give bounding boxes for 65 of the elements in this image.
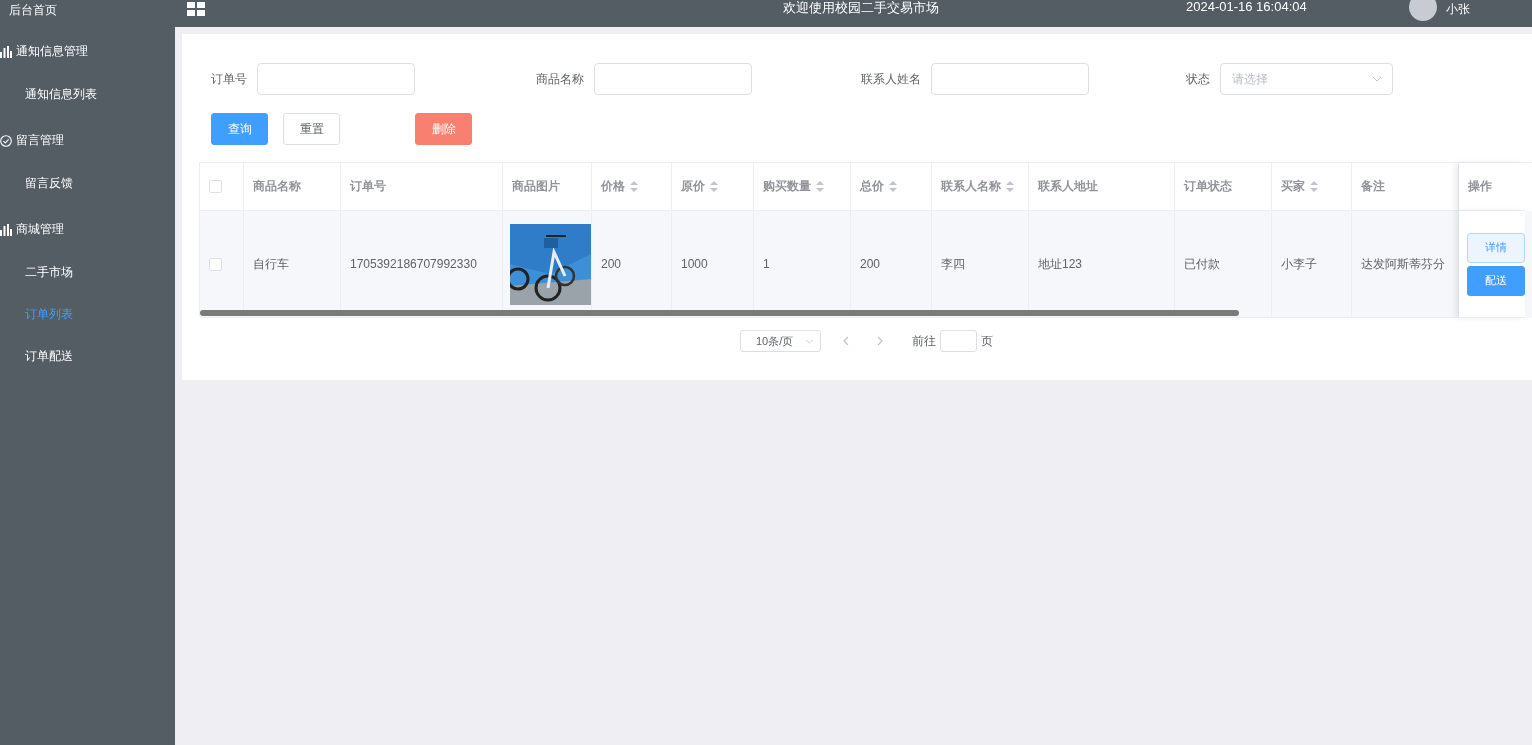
column-header: 操作 <box>1468 178 1492 195</box>
table-cell: 1 <box>763 257 770 271</box>
menu-item[interactable]: 通知信息列表 <box>0 73 175 115</box>
column-header: 原价 <box>681 178 705 195</box>
checkbox[interactable] <box>209 180 222 193</box>
sort-icon[interactable] <box>889 181 897 192</box>
column-header: 联系人名称 <box>941 178 1001 195</box>
table-cell: 李四 <box>941 255 965 273</box>
goto-label: 前往 <box>912 332 936 350</box>
column-header: 买家 <box>1281 178 1305 195</box>
user-name[interactable]: 小张 <box>1446 1 1470 18</box>
column-header: 订单号 <box>350 178 386 195</box>
grid-icon[interactable] <box>187 1 205 16</box>
field-label: 联系人姓名 <box>861 70 921 88</box>
menu-group[interactable]: 留言管理 <box>16 132 64 149</box>
column-header: 商品名称 <box>253 178 301 195</box>
column-header: 订单状态 <box>1184 178 1232 195</box>
page-unit-label: 页 <box>981 332 993 350</box>
checkbox[interactable] <box>209 257 222 271</box>
table-cell: 1705392186707992330 <box>350 257 477 271</box>
field-label: 商品名称 <box>536 70 584 88</box>
chevron-down-icon <box>1372 76 1382 82</box>
reset-button[interactable]: 重置 <box>283 113 340 145</box>
table-cell: 已付款 <box>1184 255 1220 273</box>
input-field[interactable] <box>257 63 415 95</box>
column-header: 商品图片 <box>512 178 560 195</box>
bar-chart-icon <box>0 45 12 58</box>
bar-chart-icon <box>0 223 12 236</box>
column-header: 购买数量 <box>763 178 811 195</box>
column-header: 联系人地址 <box>1038 178 1098 195</box>
menu-group[interactable]: 通知信息管理 <box>16 43 88 60</box>
table-cell: 200 <box>601 257 622 271</box>
menu-item[interactable]: 订单配送 <box>0 335 175 377</box>
input-field[interactable] <box>594 63 752 95</box>
column-header: 价格 <box>601 178 625 195</box>
menu-group[interactable]: 商城管理 <box>16 221 64 238</box>
field-label: 订单号 <box>211 70 247 88</box>
sort-icon[interactable] <box>1006 181 1014 192</box>
page-size-select[interactable]: 10条/页 <box>740 330 821 352</box>
menu-item[interactable]: 二手市场 <box>0 251 175 293</box>
chevron-down-icon <box>805 338 814 344</box>
table-cell: 小李子 <box>1281 255 1317 273</box>
table-cell: 自行车 <box>253 255 289 273</box>
sort-icon[interactable] <box>816 181 824 192</box>
table-cell: 地址123 <box>1038 255 1083 273</box>
clock-text: 2024-01-16 16:04:04 <box>1186 0 1307 14</box>
site-title: 欢迎使用校园二手交易市场 <box>783 0 939 17</box>
sort-icon[interactable] <box>710 181 718 192</box>
sort-icon[interactable] <box>630 181 638 192</box>
table-cell: 200 <box>860 257 881 271</box>
table-cell: 1000 <box>681 257 708 271</box>
input-field[interactable] <box>931 63 1089 95</box>
field-label: 状态 <box>1186 70 1210 88</box>
table-cell: 达发阿斯蒂芬分 <box>1361 255 1445 273</box>
avatar-icon[interactable] <box>1408 0 1438 22</box>
sort-icon[interactable] <box>1310 181 1318 192</box>
check-circle-icon <box>0 134 12 147</box>
scrollbar-thumb[interactable] <box>200 310 1239 316</box>
next-page-icon[interactable] <box>877 336 883 346</box>
page-input[interactable] <box>940 330 977 352</box>
menu-item[interactable]: 留言反馈 <box>0 162 175 204</box>
column-header: 备注 <box>1361 178 1385 195</box>
column-header: 总价 <box>860 178 884 195</box>
previous-page-icon[interactable] <box>843 336 849 346</box>
menu-item[interactable]: 后台首页 <box>0 0 175 26</box>
